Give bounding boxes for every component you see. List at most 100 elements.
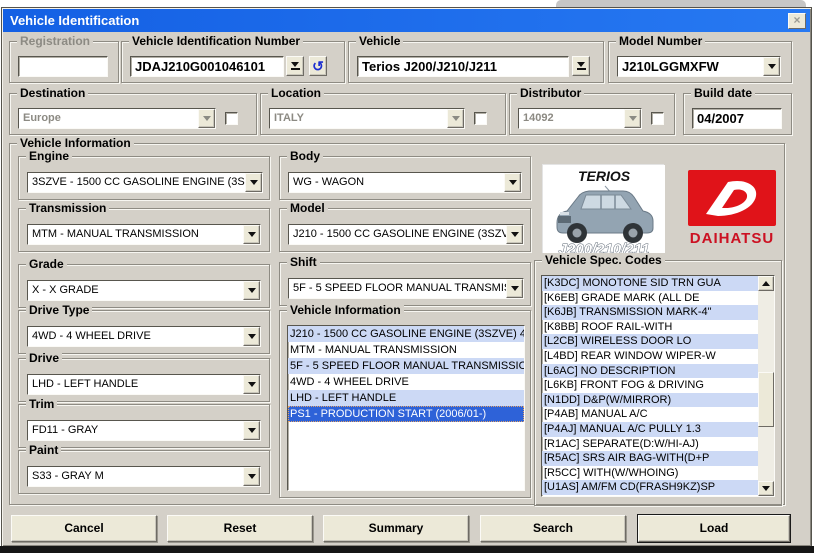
daihatsu-logo: DAIHATSU (682, 170, 782, 247)
list-item[interactable]: LHD - LEFT HANDLE (288, 390, 524, 406)
dropdown-button[interactable] (504, 173, 521, 192)
dropdown-button[interactable] (763, 57, 780, 76)
engine-combo[interactable]: 3SZVE - 1500 CC GASOLINE ENGINE (3SZV (27, 172, 263, 193)
vehicle-information-group: Vehicle Information Engine 3SZVE - 1500 … (9, 143, 785, 505)
list-item[interactable]: MTM - MANUAL TRANSMISSION (288, 342, 524, 358)
paint-value: S33 - GRAY M (28, 467, 243, 486)
registration-input[interactable] (18, 56, 108, 77)
dropdown-button[interactable] (243, 421, 260, 440)
vin-reset-button[interactable]: ↺ (309, 56, 327, 76)
dropdown-button[interactable] (506, 279, 523, 298)
list-item[interactable]: PS1 - PRODUCTION START (2006/01-) (288, 406, 524, 422)
list-item[interactable]: J210 - 1500 CC GASOLINE ENGINE (3SZVE) 4… (288, 326, 524, 342)
vehicle-information-list[interactable]: J210 - 1500 CC GASOLINE ENGINE (3SZVE) 4… (287, 325, 525, 491)
vin-dropdown-button[interactable] (286, 56, 304, 76)
model-number-combo[interactable]: J210LGGMXFW (617, 56, 781, 77)
distributor-checkbox[interactable] (651, 112, 664, 125)
drive-type-combo[interactable]: 4WD - 4 WHEEL DRIVE (27, 326, 261, 347)
list-item[interactable]: [P4AJ] MANUAL A/C PULLY 1.3 (542, 422, 758, 437)
drive-combo[interactable]: LHD - LEFT HANDLE (27, 374, 261, 395)
summary-button[interactable]: Summary (323, 515, 469, 542)
spec-codes-scrollbar[interactable] (758, 276, 774, 496)
build-date-group: Build date 04/2007 (683, 93, 792, 135)
chevron-down-icon (250, 180, 258, 185)
list-item[interactable]: [R5AC] SRS AIR BAG-WITH(D+P (542, 451, 758, 466)
chevron-down-icon (203, 116, 211, 121)
chevron-down-icon (511, 286, 519, 291)
list-item[interactable]: [N1DD] D&P(W/MIRROR) (542, 393, 758, 408)
list-item[interactable]: [R5CC] WITH(W/WHOING) (542, 466, 758, 481)
dropdown-button[interactable] (243, 225, 260, 244)
list-item[interactable]: [L4BD] REAR WINDOW WIPER-W (542, 349, 758, 364)
scrollbar-thumb[interactable] (758, 372, 774, 427)
background-window-fragment (556, 0, 806, 7)
list-item[interactable]: 4WD - 4 WHEEL DRIVE (288, 374, 524, 390)
list-item[interactable]: [L6KB] FRONT FOG & DRIVING (542, 378, 758, 393)
paint-combo[interactable]: S33 - GRAY M (27, 466, 261, 487)
dropdown-button[interactable] (447, 109, 464, 128)
list-item[interactable]: [L6AC] NO DESCRIPTION (542, 364, 758, 379)
car-image: TERIOS J200/210/211 (542, 164, 664, 258)
trim-value: FD11 - GRAY (28, 421, 243, 440)
vehicle-dropdown-button[interactable] (572, 56, 590, 76)
distributor-value: 14092 (519, 109, 624, 128)
destination-combo[interactable]: Europe (18, 108, 216, 129)
load-button[interactable]: Load (638, 515, 790, 542)
destination-checkbox[interactable] (225, 112, 238, 125)
cancel-button[interactable]: Cancel (11, 515, 157, 542)
dropdown-button[interactable] (243, 467, 260, 486)
list-item[interactable]: [U1AS] AM/FM CD(FRASH9KZ)SP (542, 480, 758, 495)
grade-value: X - X GRADE (28, 281, 243, 300)
list-item[interactable]: [R1AC] SEPARATE(D:W/HI-AJ) (542, 437, 758, 452)
vehicle-information-group-label: Vehicle Information (17, 136, 134, 150)
dropdown-button[interactable] (243, 281, 260, 300)
scrollbar-up-button[interactable] (758, 276, 774, 291)
list-item[interactable]: [L2CB] WIRELESS DOOR LO (542, 334, 758, 349)
vehicle-input[interactable]: Terios J200/J210/J211 (357, 56, 569, 77)
close-button[interactable]: × (788, 13, 806, 29)
list-item[interactable]: [K6JB] TRANSMISSION MARK-4" (542, 305, 758, 320)
chevron-down-icon (452, 116, 460, 121)
reset-button[interactable]: Reset (167, 515, 313, 542)
list-item[interactable]: 5F - 5 SPEED FLOOR MANUAL TRANSMISSION (288, 358, 524, 374)
drive-type-group: Drive Type 4WD - 4 WHEEL DRIVE (18, 310, 270, 354)
chevron-down-icon (248, 382, 256, 387)
body-combo[interactable]: WG - WAGON (288, 172, 522, 193)
destination-group: Destination Europe (9, 93, 257, 135)
distributor-combo[interactable]: 14092 (518, 108, 642, 129)
dropdown-button[interactable] (243, 375, 260, 394)
vin-input[interactable]: JDAJ210G001046101 (130, 56, 284, 77)
location-combo[interactable]: ITALY (269, 108, 465, 129)
engine-value: 3SZVE - 1500 CC GASOLINE ENGINE (3SZV (28, 173, 245, 192)
title-bar[interactable]: Vehicle Identification × (3, 9, 810, 32)
model-combo[interactable]: J210 - 1500 CC GASOLINE ENGINE (3SZVE) (288, 224, 524, 245)
chevron-down-icon (248, 428, 256, 433)
trim-group: Trim FD11 - GRAY (18, 404, 270, 448)
daihatsu-mark-icon (688, 170, 776, 226)
dropdown-button[interactable] (243, 327, 260, 346)
chevron-down-icon (248, 474, 256, 479)
grade-combo[interactable]: X - X GRADE (27, 280, 261, 301)
list-item[interactable]: [K8BB] ROOF RAIL-WITH (542, 320, 758, 335)
scrollbar-down-button[interactable] (758, 481, 774, 496)
shift-group: Shift 5F - 5 SPEED FLOOR MANUAL TRANSMIS… (279, 262, 531, 306)
grade-group: Grade X - X GRADE (18, 264, 270, 308)
dropdown-button[interactable] (506, 225, 523, 244)
trim-combo[interactable]: FD11 - GRAY (27, 420, 261, 441)
vehicle-information-list-label: Vehicle Information (287, 303, 404, 317)
build-date-input[interactable]: 04/2007 (692, 108, 782, 129)
location-checkbox[interactable] (474, 112, 487, 125)
shift-combo[interactable]: 5F - 5 SPEED FLOOR MANUAL TRANSMISS (288, 278, 524, 299)
list-item[interactable]: [K3DC] MONOTONE SID TRN GUA (542, 276, 758, 291)
undo-icon: ↺ (312, 59, 324, 73)
dropdown-button[interactable] (624, 109, 641, 128)
list-item[interactable]: [P4AB] MANUAL A/C (542, 407, 758, 422)
vehicle-information-list-group: Vehicle Information J210 - 1500 CC GASOL… (279, 310, 531, 498)
search-button[interactable]: Search (480, 515, 626, 542)
dropdown-button[interactable] (198, 109, 215, 128)
list-item[interactable]: [K6EB] GRADE MARK (ALL DE (542, 291, 758, 306)
dropdown-button[interactable] (245, 173, 262, 192)
transmission-combo[interactable]: MTM - MANUAL TRANSMISSION (27, 224, 261, 245)
chevron-down-icon (768, 64, 776, 69)
background-window-edge (0, 546, 814, 553)
